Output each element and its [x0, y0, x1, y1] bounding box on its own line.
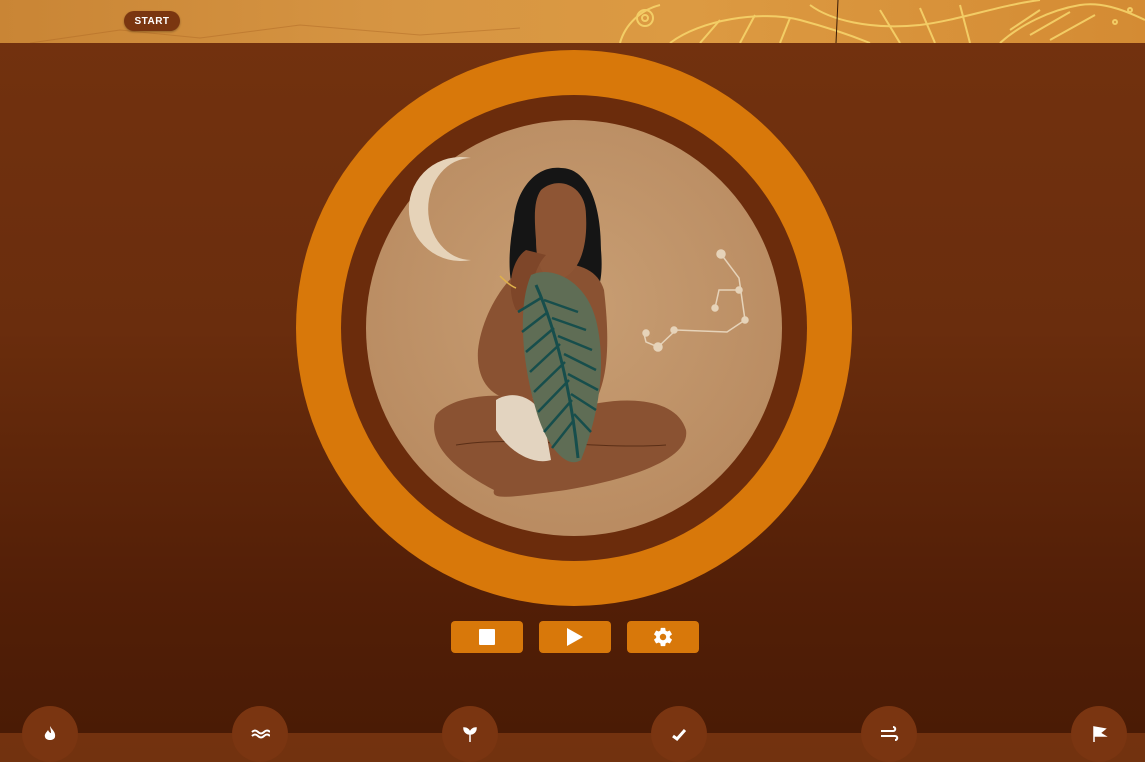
top-banner: START	[0, 0, 1145, 43]
nav-water-button[interactable]	[232, 706, 288, 762]
settings-button[interactable]	[627, 621, 699, 653]
nav-flag-button[interactable]	[1071, 706, 1127, 762]
play-button[interactable]	[539, 621, 611, 653]
main-illustration-ring	[296, 50, 852, 606]
nav-fire-button[interactable]	[22, 706, 78, 762]
nav-wind-button[interactable]	[861, 706, 917, 762]
plant-icon	[463, 727, 477, 742]
flag-icon	[1093, 726, 1108, 742]
nav-check-button[interactable]	[651, 706, 707, 762]
stop-icon	[479, 629, 495, 645]
water-icon	[251, 729, 270, 739]
start-button[interactable]: START	[124, 11, 180, 31]
bottom-navigation	[0, 700, 1145, 762]
gear-icon	[654, 627, 672, 647]
stop-button[interactable]	[451, 621, 523, 653]
play-icon	[567, 628, 583, 646]
wind-icon	[881, 726, 899, 741]
fire-icon	[44, 726, 56, 740]
check-icon	[672, 729, 687, 742]
meditation-illustration	[296, 50, 852, 606]
playback-controls	[0, 621, 1145, 654]
nav-plant-button[interactable]	[442, 706, 498, 762]
